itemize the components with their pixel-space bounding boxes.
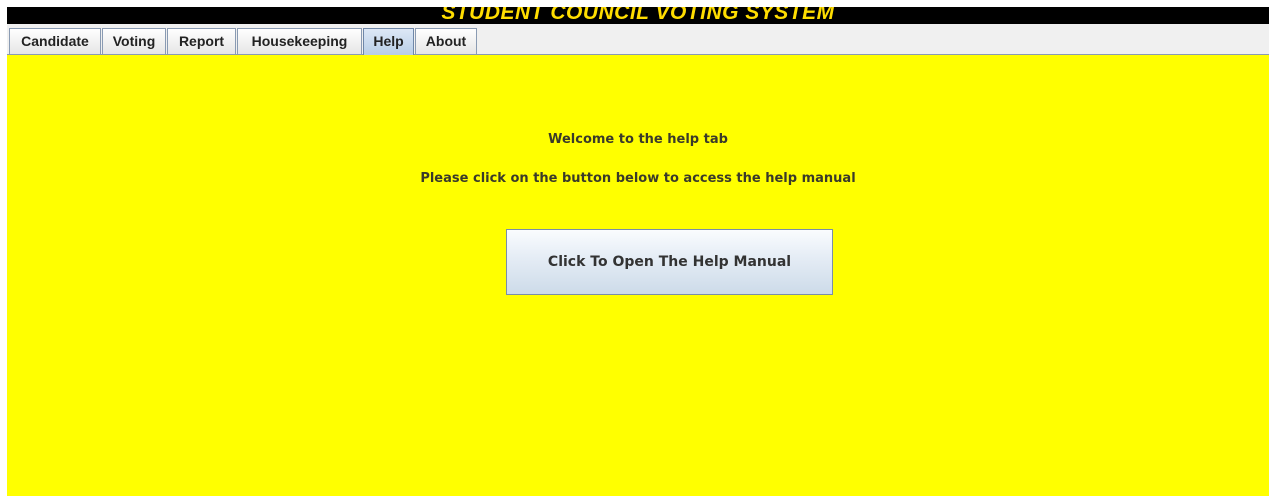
welcome-label: Welcome to the help tab xyxy=(548,132,728,147)
open-help-manual-button[interactable]: Click To Open The Help Manual xyxy=(506,229,833,295)
tab-about[interactable]: About xyxy=(415,28,477,54)
app-title: STUDENT COUNCIL VOTING SYSTEM xyxy=(441,7,835,24)
tab-help[interactable]: Help xyxy=(363,28,414,55)
tab-voting[interactable]: Voting xyxy=(102,28,166,54)
title-bar: STUDENT COUNCIL VOTING SYSTEM xyxy=(7,7,1269,24)
tab-strip: Candidate Voting Report Housekeeping Hel… xyxy=(7,24,1269,55)
app-window: STUDENT COUNCIL VOTING SYSTEM Candidate … xyxy=(7,7,1269,496)
tab-housekeeping[interactable]: Housekeeping xyxy=(237,28,362,54)
instruction-label: Please click on the button below to acce… xyxy=(420,171,856,186)
tab-candidate[interactable]: Candidate xyxy=(9,28,101,54)
help-panel: Welcome to the help tab Please click on … xyxy=(7,55,1269,496)
tab-report[interactable]: Report xyxy=(167,28,236,54)
